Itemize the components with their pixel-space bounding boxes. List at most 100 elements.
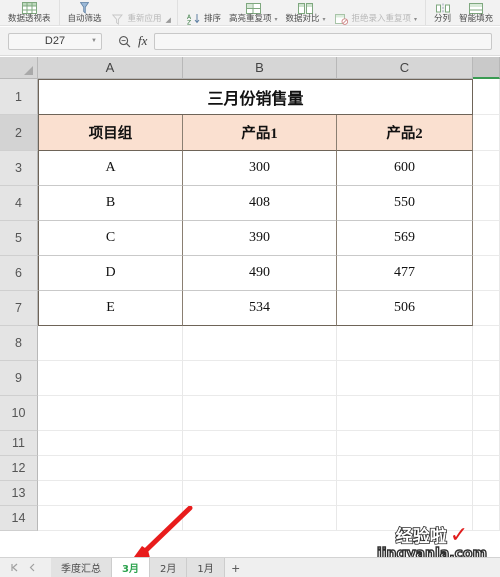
cell-b4[interactable]: 408 [183, 186, 337, 221]
cell-c7[interactable]: 506 [337, 291, 473, 326]
cell-a8[interactable] [38, 326, 183, 361]
cell-c3[interactable]: 600 [337, 151, 473, 186]
cell-a13[interactable] [38, 481, 183, 506]
cell-b10[interactable] [183, 396, 337, 431]
cell-d3[interactable] [473, 151, 500, 186]
formula-input[interactable] [154, 32, 492, 50]
column-header-b[interactable]: B [183, 57, 337, 79]
row-header-4[interactable]: 4 [0, 186, 38, 221]
cell-a10[interactable] [38, 396, 183, 431]
fx-icon[interactable]: fx [138, 33, 147, 49]
cell-a9[interactable] [38, 361, 183, 396]
column-header-d[interactable] [473, 57, 500, 79]
chevron-down-icon[interactable]: ▾ [274, 16, 277, 23]
cell-d5[interactable] [473, 221, 500, 256]
add-sheet-button[interactable]: + [225, 558, 247, 577]
cell-a12[interactable] [38, 456, 183, 481]
cell-c6[interactable]: 477 [337, 256, 473, 291]
cell-d11[interactable] [473, 431, 500, 456]
cell-c9[interactable] [337, 361, 473, 396]
row-header-3[interactable]: 3 [0, 151, 38, 186]
cell-b9[interactable] [183, 361, 337, 396]
cell-d13[interactable] [473, 481, 500, 506]
cell-c11[interactable] [337, 431, 473, 456]
cell-c14[interactable] [337, 506, 473, 531]
sheet-tab-march[interactable]: 3月 [112, 557, 150, 577]
sheet-tab-february[interactable]: 2月 [149, 557, 188, 577]
row-header-11[interactable]: 11 [0, 431, 38, 456]
ribbon-button-sort[interactable]: A Z 排序 [182, 0, 225, 26]
cell-d14[interactable] [473, 506, 500, 531]
cell-c10[interactable] [337, 396, 473, 431]
cell-d12[interactable] [473, 456, 500, 481]
cell-d6[interactable] [473, 256, 500, 291]
chevron-down-icon[interactable]: ▾ [414, 16, 417, 23]
cell-c2-header-product2[interactable]: 产品2 [337, 115, 473, 151]
row-header-6[interactable]: 6 [0, 256, 38, 291]
ribbon-button-smart-fill[interactable]: 智能填充 [455, 0, 497, 25]
name-box[interactable]: D27 ▼ [8, 32, 102, 50]
cell-b5[interactable]: 390 [183, 221, 337, 256]
ribbon-button-reject-duplicates[interactable]: 拒绝录入重复项 ▾ [330, 0, 422, 25]
prev-sheet-icon[interactable] [28, 563, 37, 572]
cell-c12[interactable] [337, 456, 473, 481]
row-header-7[interactable]: 7 [0, 291, 38, 326]
cell-a6[interactable]: D [38, 256, 183, 291]
cell-c13[interactable] [337, 481, 473, 506]
row-header-14[interactable]: 14 [0, 506, 38, 531]
first-sheet-icon[interactable] [10, 563, 19, 572]
cell-a3[interactable]: A [38, 151, 183, 186]
cell-d1[interactable] [473, 79, 500, 115]
row-header-10[interactable]: 10 [0, 396, 38, 431]
column-header-a[interactable]: A [38, 57, 183, 79]
cell-a2-header-group[interactable]: 项目组 [38, 115, 183, 151]
cell-b12[interactable] [183, 456, 337, 481]
cell-d8[interactable] [473, 326, 500, 361]
row-header-5[interactable]: 5 [0, 221, 38, 256]
ribbon-button-pivot-table[interactable]: 数据透视表 [4, 0, 55, 25]
chevron-down-icon[interactable]: ▼ [91, 38, 97, 44]
cell-b3[interactable]: 300 [183, 151, 337, 186]
row-header-12[interactable]: 12 [0, 456, 38, 481]
select-all-corner[interactable] [0, 57, 38, 79]
row-header-8[interactable]: 8 [0, 326, 38, 361]
grid-row-6: D 490 477 [38, 256, 500, 291]
cell-d9[interactable] [473, 361, 500, 396]
cell-a4[interactable]: B [38, 186, 183, 221]
ribbon-button-data-compare[interactable]: 数据对比 ▾ [281, 0, 329, 25]
cell-b14[interactable] [183, 506, 337, 531]
ribbon-button-highlight-duplicates[interactable]: 高亮重复项 ▾ [225, 0, 282, 25]
cell-b8[interactable] [183, 326, 337, 361]
cell-b11[interactable] [183, 431, 337, 456]
cell-b13[interactable] [183, 481, 337, 506]
cell-a14[interactable] [38, 506, 183, 531]
cell-a7[interactable]: E [38, 291, 183, 326]
cell-d7[interactable] [473, 291, 500, 326]
sheet-tab-january[interactable]: 1月 [187, 557, 225, 577]
row-header-2[interactable]: 2 [0, 115, 38, 151]
cell-title-merged[interactable]: 三月份销售量 [38, 79, 473, 115]
cell-c8[interactable] [337, 326, 473, 361]
name-box-value: D27 [44, 35, 66, 47]
cell-d2[interactable] [473, 115, 500, 151]
cell-a11[interactable] [38, 431, 183, 456]
chevron-down-icon[interactable]: ▾ [323, 16, 326, 23]
sheet-tab-quarterly-summary[interactable]: 季度汇总 [51, 557, 112, 577]
cell-d4[interactable] [473, 186, 500, 221]
cell-b6[interactable]: 490 [183, 256, 337, 291]
cell-b7[interactable]: 534 [183, 291, 337, 326]
insert-function-search-icon[interactable] [118, 35, 131, 48]
ribbon-button-auto-filter[interactable]: 自动筛选 [64, 0, 106, 25]
ribbon-button-split-columns[interactable]: 分列 [430, 0, 455, 25]
cell-d10[interactable] [473, 396, 500, 431]
cell-c4[interactable]: 550 [337, 186, 473, 221]
cell-c5[interactable]: 569 [337, 221, 473, 256]
row-header-9[interactable]: 9 [0, 361, 38, 396]
row-header-13[interactable]: 13 [0, 481, 38, 506]
row-header-1[interactable]: 1 [0, 79, 38, 115]
column-header-c[interactable]: C [337, 57, 473, 79]
cell-a5[interactable]: C [38, 221, 183, 256]
cell-b2-header-product1[interactable]: 产品1 [183, 115, 337, 151]
dialog-launcher-icon[interactable]: ◢ [166, 16, 171, 24]
ribbon-button-reapply-filter[interactable]: 重新应用 [106, 0, 166, 25]
